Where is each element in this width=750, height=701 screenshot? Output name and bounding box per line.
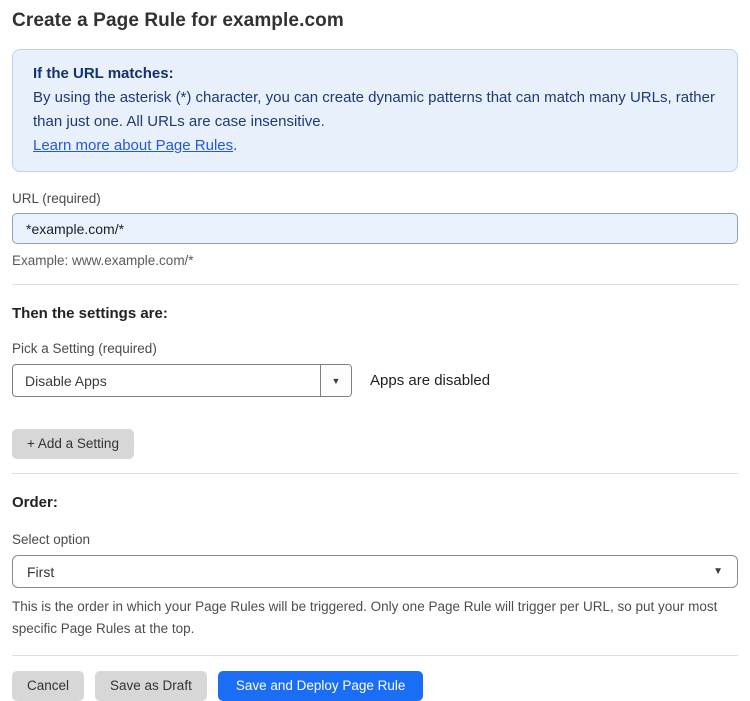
order-section-heading: Order: [12,494,58,511]
page-rule-form: Create a Page Rule for example.com If th… [0,0,750,701]
setting-status-text: Apps are disabled [370,372,491,389]
info-box-heading: If the URL matches: [33,65,174,82]
add-setting-button[interactable]: + Add a Setting [12,429,134,459]
url-example-text: Example: www.example.com/* [12,253,194,268]
info-box-body: By using the asterisk (*) character, you… [33,89,715,130]
url-field-label: URL (required) [12,191,101,206]
section-divider [12,284,738,285]
form-actions: Cancel Save as Draft Save and Deploy Pag… [12,670,738,701]
url-match-info-box: If the URL matches: By using the asteris… [12,49,738,172]
save-and-deploy-button[interactable]: Save and Deploy Page Rule [217,670,424,701]
order-select[interactable]: First ▼ [12,555,738,588]
setting-row: Disable Apps ▼ Apps are disabled [12,364,738,397]
page-title: Create a Page Rule for example.com [12,10,344,31]
chevron-down-icon[interactable]: ▼ [320,365,351,396]
order-help-text: This is the order in which your Page Rul… [12,599,718,637]
setting-dropdown-value: Disable Apps [25,372,107,389]
chevron-down-icon: ▼ [713,566,723,577]
url-input[interactable] [12,213,738,244]
cancel-button[interactable]: Cancel [12,670,85,701]
setting-dropdown[interactable]: Disable Apps ▼ [12,364,352,397]
section-divider [12,473,738,474]
learn-more-link[interactable]: Learn more about Page Rules [33,137,233,154]
info-box-link-line: Learn more about Page Rules. [33,134,717,158]
link-suffix: . [233,137,238,154]
pick-setting-label: Pick a Setting (required) [12,341,157,356]
section-divider [12,654,738,656]
order-select-label: Select option [12,532,91,547]
save-as-draft-button[interactable]: Save as Draft [95,670,207,701]
settings-section-heading: Then the settings are: [12,305,168,322]
order-select-value: First [27,563,55,580]
